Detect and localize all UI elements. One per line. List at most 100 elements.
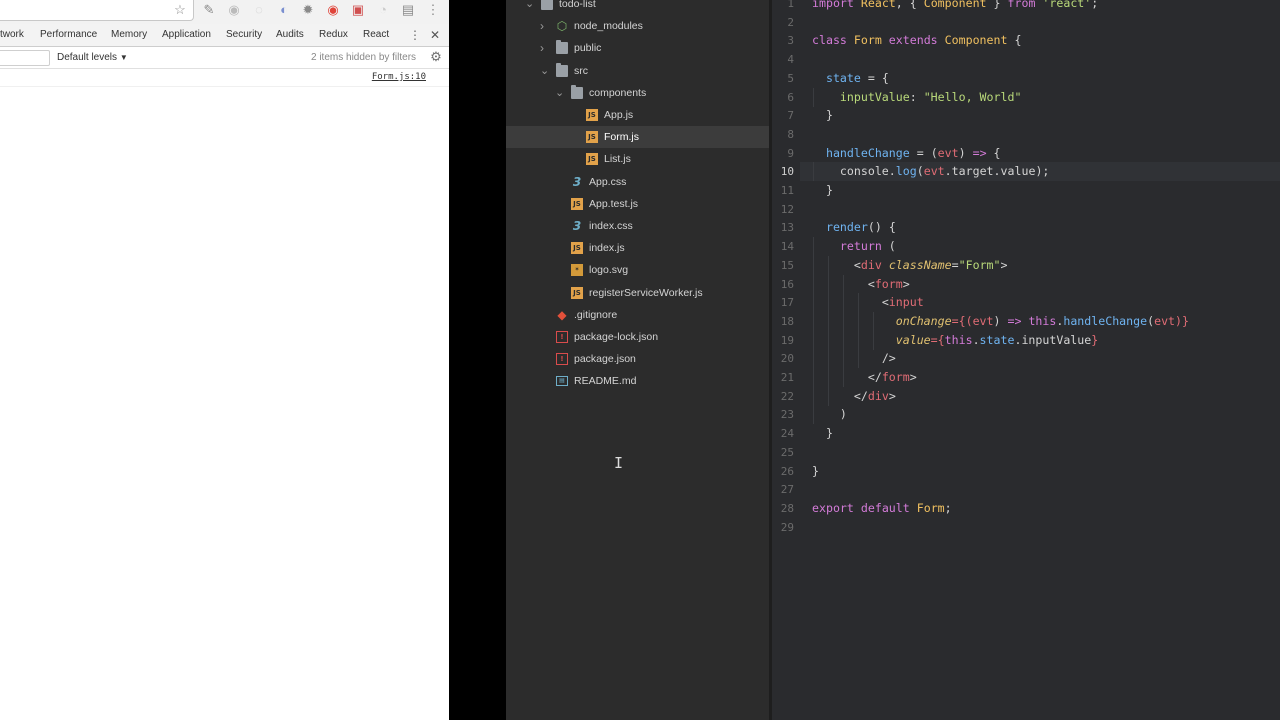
chevron-right-icon[interactable]: › — [540, 37, 544, 59]
console-source-link[interactable]: Form.js:10 — [372, 72, 426, 82]
gear-icon[interactable]: ⚙ — [428, 49, 444, 65]
film-icon[interactable]: ▤ — [399, 1, 417, 19]
chevron-down-icon[interactable]: ⌄ — [525, 0, 534, 15]
code-line[interactable]: /> — [812, 349, 896, 368]
tree-item-label: index.css — [589, 220, 633, 232]
tree-item[interactable]: › ⬡ node_modules — [506, 15, 769, 37]
line-number: 28 — [780, 501, 794, 515]
extension-icon[interactable]: ◌ — [250, 1, 268, 19]
tab-react[interactable]: React — [363, 24, 389, 46]
more-vert-icon[interactable]: ⋮ — [409, 24, 421, 46]
chevron-down-icon[interactable]: ⌄ — [540, 60, 549, 82]
code-line[interactable]: <div className="Form"> — [812, 256, 1008, 275]
extension-icon[interactable]: ◉ — [225, 1, 243, 19]
eyedropper-icon[interactable]: ✎ — [200, 1, 218, 19]
code-line[interactable]: </form> — [812, 368, 917, 387]
tree-item-label: README.md — [574, 375, 637, 388]
chevron-down-icon[interactable]: ⌄ — [555, 82, 564, 104]
tree-item-label: package-lock.json — [574, 331, 659, 343]
js-file-icon: JS — [571, 242, 583, 255]
code-line[interactable]: return ( — [812, 237, 896, 256]
globe-icon[interactable]: ◐ — [275, 1, 293, 19]
code-line[interactable]: import React, { Component } from 'react'… — [812, 0, 1098, 13]
code-line[interactable]: handleChange = (evt) => { — [812, 144, 1001, 163]
code-line[interactable]: <form> — [812, 275, 910, 294]
code-line[interactable]: } — [812, 106, 833, 125]
tree-item[interactable]: JS index.js — [506, 237, 769, 259]
file-tree-panel: ⌄ todo-list › ⬡ node_modules › public ⌄ src ⌄ comp… — [506, 0, 769, 720]
code-line[interactable]: </div> — [812, 387, 896, 406]
tab-security[interactable]: Security — [226, 24, 262, 46]
line-number: 12 — [780, 202, 794, 216]
tree-item[interactable]: ✶ logo.svg — [506, 259, 769, 281]
line-number: 7 — [787, 109, 794, 123]
code-line[interactable]: onChange={(evt) => this.handleChange(evt… — [812, 312, 1189, 331]
tab-memory[interactable]: Memory — [111, 24, 147, 46]
line-number: 10 — [780, 165, 794, 179]
code-line[interactable]: class Form extends Component { — [812, 31, 1021, 50]
code-line[interactable]: export default Form; — [812, 499, 952, 518]
tree-item[interactable]: JS registerServiceWorker.js — [506, 282, 769, 304]
tab-network[interactable]: twork — [0, 24, 24, 46]
code-line[interactable]: } — [812, 181, 833, 200]
tree-item[interactable]: ! package.json — [506, 348, 769, 370]
tree-item[interactable]: JS Form.js — [506, 126, 769, 149]
tab-audits[interactable]: Audits — [276, 24, 304, 46]
tree-item[interactable]: ⌄ src — [506, 60, 769, 82]
line-number: 6 — [787, 90, 794, 104]
tab-application[interactable]: Application — [162, 24, 211, 46]
tree-item-label: Form.js — [604, 131, 639, 144]
line-number: 26 — [780, 464, 794, 478]
tree-item[interactable]: ⌄ todo-list — [506, 0, 769, 15]
tree-item[interactable]: ⌄ components — [506, 82, 769, 104]
js-file-icon: JS — [586, 131, 598, 144]
close-icon[interactable]: ✕ — [430, 24, 440, 46]
console-toolbar: Default levels ▼ 2 items hidden by filte… — [0, 47, 449, 69]
tree-item-label: public — [574, 42, 602, 55]
line-number: 14 — [780, 240, 794, 254]
address-bar[interactable] — [0, 0, 194, 21]
code-line[interactable]: inputValue: "Hello, World" — [812, 88, 1022, 107]
tree-item[interactable]: ◆ .gitignore — [506, 304, 769, 326]
line-number: 8 — [787, 127, 794, 141]
bug-icon[interactable]: ✹ — [299, 1, 317, 19]
console-filter-input[interactable] — [0, 50, 50, 66]
line-number: 25 — [780, 445, 794, 459]
tree-item[interactable]: JS List.js — [506, 148, 769, 170]
code-line[interactable]: ) — [812, 405, 847, 424]
tab-performance[interactable]: Performance — [40, 24, 97, 46]
tree-item[interactable]: JS App.js — [506, 104, 769, 126]
folder-icon — [541, 0, 553, 10]
extension-icon[interactable]: ▣ — [349, 1, 367, 19]
tree-item[interactable]: JS App.test.js — [506, 193, 769, 215]
code-line[interactable]: state = { — [812, 69, 889, 88]
record-icon[interactable]: ◉ — [324, 1, 342, 19]
code-line[interactable]: } — [812, 424, 833, 443]
more-vert-icon[interactable]: ⋮ — [424, 1, 442, 19]
code-line[interactable]: value={this.state.inputValue} — [812, 331, 1098, 350]
code-line[interactable]: } — [812, 462, 819, 481]
js-file-icon: JS — [586, 153, 598, 166]
tree-item[interactable]: ▤ README.md — [506, 370, 769, 392]
tree-item[interactable]: 3 index.css — [506, 215, 769, 237]
code-line[interactable]: console.log(evt.target.value); — [812, 162, 1049, 181]
js-file-icon: JS — [571, 197, 583, 210]
console-message: Form.js:10 — [0, 69, 449, 87]
extension-icon[interactable]: ◔ — [374, 1, 392, 19]
devtools-tab-bar: twork Performance Memory Application Sec… — [0, 24, 449, 47]
log-levels-dropdown[interactable]: Default levels ▼ — [57, 47, 128, 68]
tree-item[interactable]: 3 App.css — [506, 171, 769, 193]
line-number: 27 — [780, 483, 794, 497]
tree-item-label: App.js — [604, 109, 634, 121]
code-line[interactable]: <input — [812, 293, 924, 312]
line-number: 16 — [780, 277, 794, 291]
line-number: 29 — [780, 520, 794, 534]
line-number: 19 — [780, 333, 794, 347]
star-icon[interactable]: ☆ — [171, 1, 189, 19]
chevron-right-icon[interactable]: › — [540, 15, 544, 37]
tree-item[interactable]: ! package-lock.json — [506, 326, 769, 348]
tree-item[interactable]: › public — [506, 37, 769, 59]
code-editor[interactable]: 1 2 3 4 5 6 7 8 9 10 11 12 13 14 15 16 17 18 19 20 21 22 23 24 2… — [772, 0, 1280, 720]
code-line[interactable]: render() { — [812, 218, 896, 237]
tab-redux[interactable]: Redux — [319, 24, 348, 46]
